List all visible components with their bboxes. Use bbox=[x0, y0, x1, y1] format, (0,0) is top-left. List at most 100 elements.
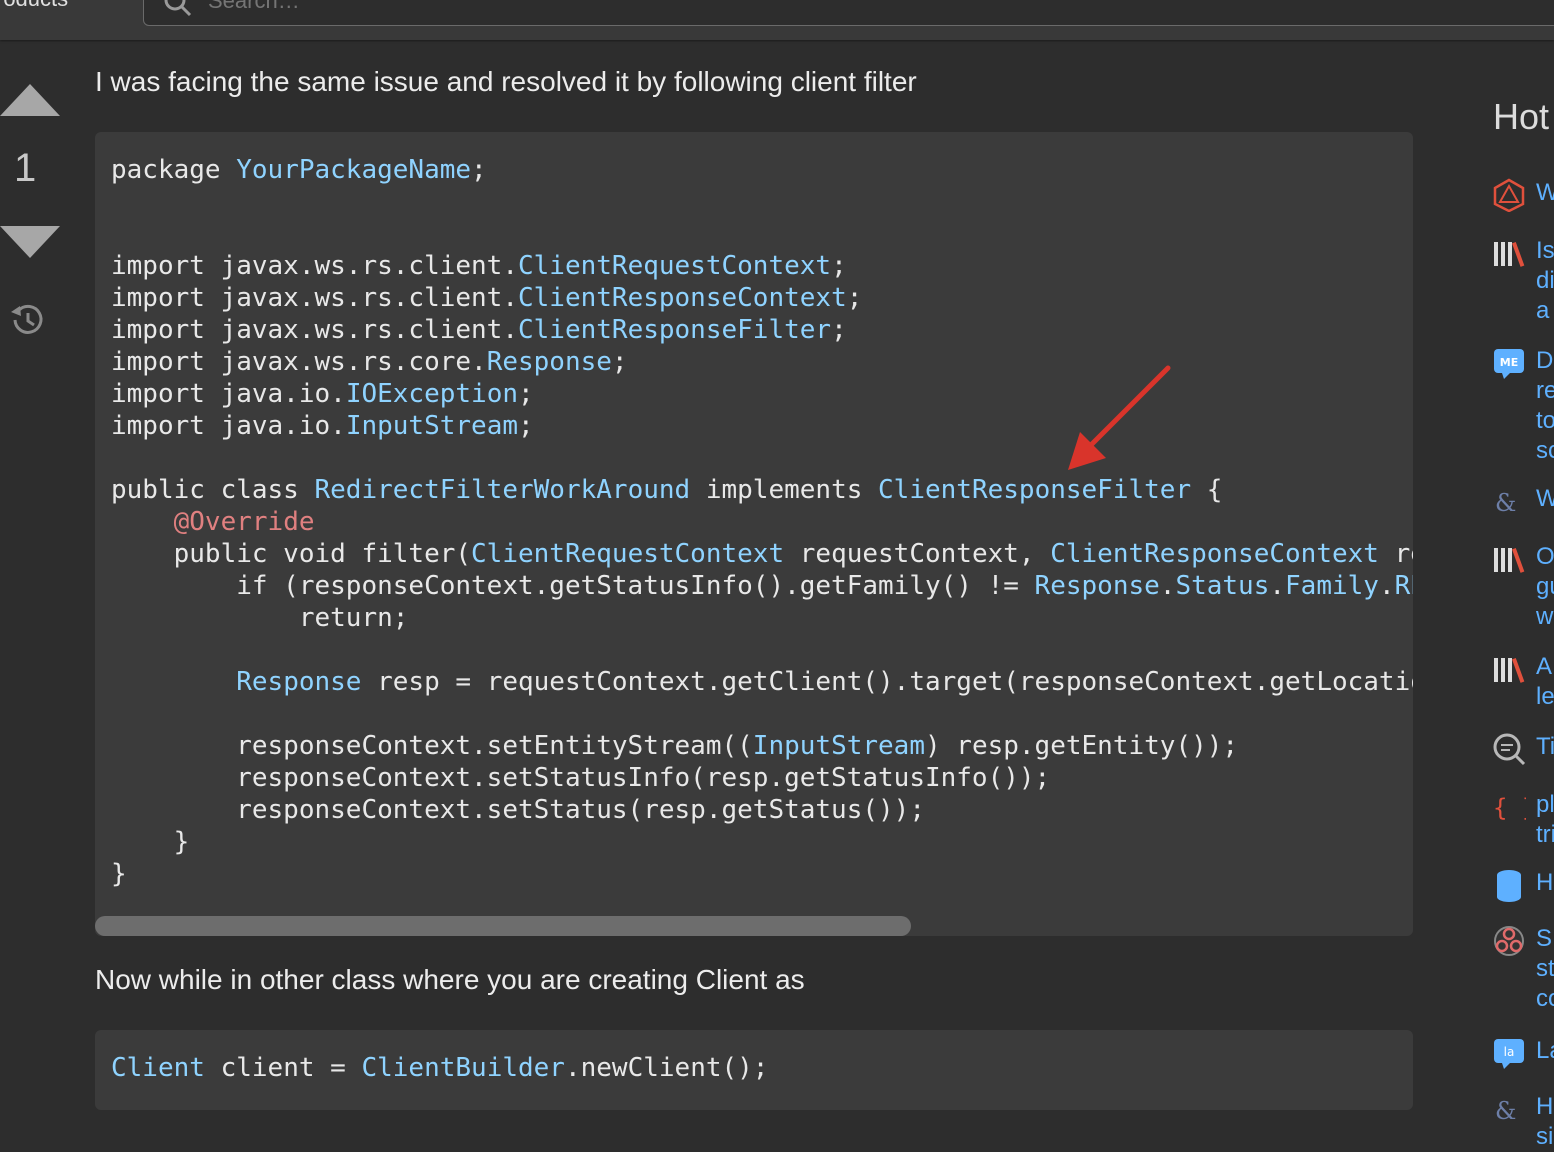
meta-bubble-icon: ME bbox=[1494, 349, 1524, 379]
code-line: public class RedirectFilterWorkAround im… bbox=[111, 474, 1413, 506]
code-type-token: ClientResponseFilter bbox=[518, 315, 832, 345]
code-type-token: InputStream bbox=[752, 731, 925, 761]
search-input[interactable] bbox=[206, 0, 810, 17]
answer-paragraph: I was facing the same issue and resolved… bbox=[95, 66, 917, 97]
books-icon bbox=[1494, 242, 1525, 267]
code-line: import javax.ws.rs.core.Response; bbox=[111, 346, 1413, 378]
code-token: resp = requestContext.getClient().target… bbox=[377, 667, 1413, 697]
svg-text:&: & bbox=[1495, 1097, 1516, 1125]
code-block: package YourPackageName; import javax.ws.… bbox=[95, 132, 1413, 936]
hot-question-link[interactable]: W bbox=[1536, 178, 1554, 208]
code-token: import javax.ws.rs.client. bbox=[111, 251, 518, 281]
code-type-token: Client bbox=[111, 1053, 205, 1083]
code-token: } bbox=[111, 859, 127, 889]
books-icon bbox=[1494, 548, 1525, 573]
code-line: if (responseContext.getStatusInfo().getF… bbox=[111, 570, 1413, 602]
code-token: .newClient(); bbox=[564, 1053, 769, 1083]
hot-question-link[interactable]: La bbox=[1536, 1036, 1554, 1066]
code-line: responseContext.setStatus(resp.getStatus… bbox=[111, 794, 1413, 826]
braces-icon: { } bbox=[1493, 794, 1526, 822]
hot-question-link[interactable]: A le bbox=[1536, 652, 1554, 712]
code-type-token: Response bbox=[486, 347, 612, 377]
code-token: . bbox=[1159, 571, 1176, 601]
code-type-token: ClientResponseContext bbox=[1050, 539, 1379, 569]
code-token: import javax.ws.rs.client. bbox=[111, 315, 518, 345]
code-type-token: Response bbox=[236, 667, 362, 697]
code-type-token: RedirectFilterWorkAround bbox=[314, 475, 691, 505]
code-token: implements bbox=[690, 475, 879, 505]
code-content: package YourPackageName; import javax.ws.… bbox=[95, 132, 1413, 890]
code-token: import java.io. bbox=[111, 411, 346, 441]
code-type-token: ClientResponseContext bbox=[518, 283, 847, 313]
code-type-token: IOException bbox=[345, 379, 518, 409]
code-token: import java.io. bbox=[111, 379, 346, 409]
search-box[interactable] bbox=[143, 0, 1554, 26]
code-line: } bbox=[111, 858, 1413, 890]
code-type-token: Response bbox=[1034, 571, 1160, 601]
code-token: } bbox=[111, 827, 190, 857]
code-line: import javax.ws.rs.client.ClientRequestC… bbox=[111, 250, 1413, 282]
code-token: { bbox=[1191, 475, 1223, 505]
hot-question-link[interactable]: Ti bbox=[1536, 732, 1554, 762]
red-arrow-annotation bbox=[1068, 365, 1171, 470]
code-line: return; bbox=[111, 602, 1413, 634]
code-type-token: ClientRequestContext bbox=[518, 251, 832, 281]
svg-text:la: la bbox=[1504, 1045, 1515, 1059]
code-token: ; bbox=[611, 347, 628, 377]
code-token: package bbox=[111, 155, 237, 185]
code-block-2: Client client = ClientBuilder.newClient(… bbox=[95, 1030, 1413, 1110]
code-token: client = bbox=[204, 1053, 362, 1083]
code-token: . bbox=[1378, 571, 1395, 601]
code-line: @Override bbox=[111, 506, 1413, 538]
code-line: public void filter(ClientRequestContext … bbox=[111, 538, 1413, 570]
products-link[interactable]: roducts bbox=[0, 0, 68, 12]
code-token: ; bbox=[831, 251, 847, 281]
history-icon[interactable] bbox=[6, 300, 46, 340]
code-type-token: YourPackageName bbox=[236, 155, 472, 185]
database-icon bbox=[1497, 870, 1521, 902]
hot-question-link[interactable]: pl tri bbox=[1536, 790, 1554, 850]
code-token: import javax.ws.rs.core. bbox=[111, 347, 487, 377]
code-token: requestContext, bbox=[784, 539, 1051, 569]
code-token: responseContext) bbox=[1394, 539, 1413, 569]
answer-paragraph-2: Now while in other class where you are c… bbox=[95, 964, 805, 995]
hot-question-link[interactable]: Is di a bbox=[1536, 236, 1554, 326]
code-token: ; bbox=[518, 411, 534, 441]
code-token: return; bbox=[111, 603, 409, 633]
hot-question-link[interactable]: H si bbox=[1536, 1092, 1554, 1152]
horizontal-scrollbar[interactable] bbox=[95, 916, 911, 936]
hot-question-link[interactable]: W bbox=[1536, 484, 1554, 514]
search-icon bbox=[164, 0, 192, 17]
top-bar: roducts bbox=[0, 0, 1554, 40]
latex-bubble-icon: la bbox=[1494, 1039, 1524, 1069]
code-annotation-token: @Override bbox=[173, 507, 315, 537]
code-line: Client client = ClientBuilder.newClient(… bbox=[111, 1052, 1413, 1084]
code-type-token: Family bbox=[1285, 571, 1379, 601]
code-line: responseContext.setEntityStream((InputSt… bbox=[111, 730, 1413, 762]
code-token: ; bbox=[846, 283, 863, 313]
dice-icon bbox=[1493, 178, 1525, 212]
code-type-token: ClientBuilder bbox=[361, 1053, 565, 1083]
hot-question-link[interactable]: H bbox=[1536, 868, 1554, 898]
code-token: ; bbox=[471, 155, 487, 185]
code-token: responseContext.setStatusInfo(resp.getSt… bbox=[111, 763, 1051, 793]
code-token: if (responseContext.getStatusInfo().getF… bbox=[111, 571, 1035, 601]
code-token: import javax.ws.rs.client. bbox=[111, 283, 518, 313]
ampersand-icon: & bbox=[1495, 489, 1516, 517]
code-token: ) resp.getEntity()); bbox=[924, 731, 1239, 761]
magnifier-icon bbox=[1493, 733, 1526, 766]
downvote-button[interactable] bbox=[0, 226, 60, 258]
hot-question-link[interactable]: O gu w bbox=[1536, 542, 1554, 632]
svg-text:ME: ME bbox=[1500, 356, 1518, 369]
code-line: import java.io.InputStream; bbox=[111, 410, 1413, 442]
code-token: ; bbox=[518, 379, 534, 409]
vote-count: 1 bbox=[14, 146, 37, 190]
hot-question-link[interactable]: S st co bbox=[1536, 924, 1554, 1014]
hot-question-link[interactable]: D re to sc bbox=[1536, 346, 1554, 466]
code-line: import java.io.IOException; bbox=[111, 378, 1413, 410]
upvote-button[interactable] bbox=[0, 84, 60, 116]
books-icon bbox=[1494, 658, 1525, 683]
